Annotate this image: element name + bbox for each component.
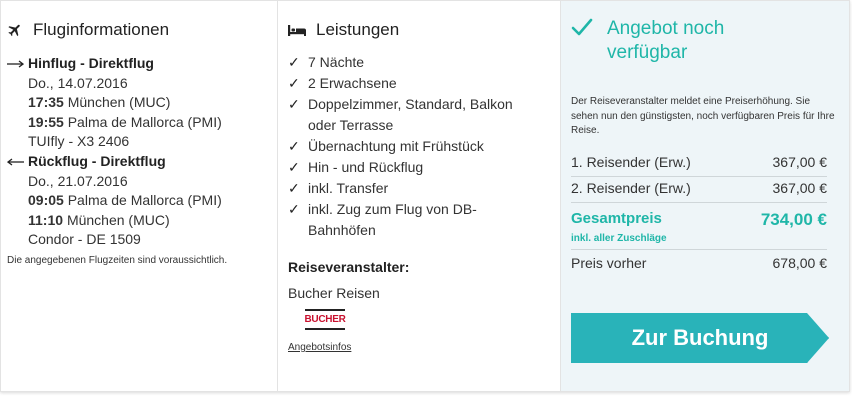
list-item: ✓ 2 Erwachsene <box>288 73 538 94</box>
list-item: ✓ inkl. Zug zum Flug von DB-Bahnhöfen <box>288 201 477 238</box>
total-label: Gesamtpreis <box>571 210 662 227</box>
check-icon <box>571 17 593 44</box>
list-item: ✓ Übernachtung mit Frühstück <box>288 136 538 157</box>
arrow-right-icon <box>7 54 25 74</box>
check-icon: ✓ <box>288 138 300 154</box>
price-increase-note: Der Reiseveranstalter meldet eine Preise… <box>571 96 835 136</box>
outbound-airline: TUIfly - X3 2406 <box>28 133 130 149</box>
total-price: 734,00 € <box>760 210 827 229</box>
outbound-dep-place: München (MUC) <box>67 94 171 110</box>
check-icon: ✓ <box>288 54 300 70</box>
outbound-label: Hinflug - Direktflug <box>28 55 154 71</box>
flight-info-header: Fluginformationen <box>7 20 169 40</box>
flight-info-title: Fluginformationen <box>33 20 170 39</box>
incl-surcharges-note: inkl. aller Zuschläge <box>571 233 667 244</box>
flight-info-panel: Fluginformationen Hinflug - Direktflug D… <box>1 1 278 391</box>
check-icon: ✓ <box>288 201 300 217</box>
divider <box>571 202 827 203</box>
offer-available-header: Angebot noch verfügbar <box>571 17 767 65</box>
return-departure: 09:05 Palma de Mallorca (PMI) <box>7 191 222 211</box>
outbound-arr-place: Palma de Mallorca (PMI) <box>67 113 222 130</box>
book-button[interactable]: Zur Buchung <box>571 313 829 363</box>
check-icon: ✓ <box>288 96 300 112</box>
check-icon: ✓ <box>288 159 300 175</box>
outbound-arrival: 19:55 Palma de Mallorca (PMI) <box>7 113 222 133</box>
previous-price: 678,00 € <box>772 255 828 271</box>
services-header: Leistungen <box>288 20 399 40</box>
tour-operator-name: Bucher Reisen <box>288 285 380 301</box>
services-title: Leistungen <box>316 20 400 39</box>
offer-available-title: Angebot noch verfügbar <box>607 18 725 63</box>
traveler-1-price: 367,00 € <box>772 154 828 170</box>
return-header: Rückflug - Direktflug <box>6 152 222 172</box>
return-dep-place: Palma de Mallorca (PMI) <box>67 192 222 208</box>
previous-price-label: Preis vorher <box>571 255 647 271</box>
previous-price-row: Preis vorher 678,00 € <box>571 255 827 271</box>
return-arr-time: 11:10 <box>28 211 64 228</box>
traveler-2-label: 2. Reisender (Erw.) <box>571 180 691 196</box>
outbound-departure: 17:35 München (MUC) <box>7 93 222 113</box>
check-icon: ✓ <box>288 75 300 91</box>
list-item: ✓ 7 Nächte <box>288 52 538 73</box>
list-item: ✓ Doppelzimmer, Standard, Balkon oder Ter… <box>288 96 513 133</box>
list-item: ✓ inkl. Transfer <box>288 178 538 199</box>
bed-icon <box>288 24 306 37</box>
return-date: Do., 21.07.2016 <box>28 172 128 189</box>
return-arrival: 11:10 München (MUC) <box>7 211 222 231</box>
return-dep-time: 09:05 <box>28 192 64 208</box>
outbound-date: Do., 14.07.2016 <box>28 74 128 91</box>
outbound-header: Hinflug - Direktflug <box>7 54 222 74</box>
return-arr-place: München (MUC) <box>66 211 170 228</box>
tour-operator-label: Reiseveranstalter: <box>288 259 410 275</box>
price-panel: Angebot noch verfügbar Der Reiseveransta… <box>561 1 849 391</box>
divider <box>571 249 827 250</box>
price-row-traveler-1: 1. Reisender (Erw.) 367,00 € <box>571 154 827 170</box>
services-list: ✓ 7 Nächte ✓ 2 Erwachsene ✓ Doppelzimmer, S… <box>288 52 538 241</box>
outbound-dep-time: 17:35 <box>28 94 64 110</box>
traveler-2-price: 367,00 € <box>772 180 828 196</box>
list-item: ✓ Hin - und Rückflug <box>288 157 538 178</box>
services-panel: Leistungen ✓ 7 Nächte ✓ 2 Erwachsene ✓ Dopp… <box>278 1 561 391</box>
price-row-traveler-2: 2. Reisender (Erw.) 367,00 € <box>571 180 827 196</box>
return-airline: Condor - DE 1509 <box>28 231 141 247</box>
return-flight: Rückflug - Direktflug Do., 21.07.2016 09… <box>6 152 222 250</box>
offer-card: Fluginformationen Hinflug - Direktflug D… <box>0 0 850 392</box>
traveler-1-label: 1. Reisender (Erw.) <box>571 154 691 170</box>
return-label: Rückflug - Direktflug <box>28 153 166 169</box>
bucher-logo: BUCHER <box>305 309 346 330</box>
outbound-flight: Hinflug - Direktflug Do., 14.07.2016 17:… <box>7 54 222 152</box>
divider <box>571 176 827 177</box>
flight-times-note: Die angegebenen Flugzeiten sind voraussi… <box>7 255 228 266</box>
total-price-row: Gesamtpreis 734,00 € <box>571 210 827 230</box>
offer-info-link[interactable]: Angebotsinfos <box>288 342 351 353</box>
check-icon: ✓ <box>288 180 300 196</box>
plane-icon <box>7 22 23 38</box>
arrow-left-icon <box>6 152 24 172</box>
outbound-arr-time: 19:55 <box>28 113 64 130</box>
